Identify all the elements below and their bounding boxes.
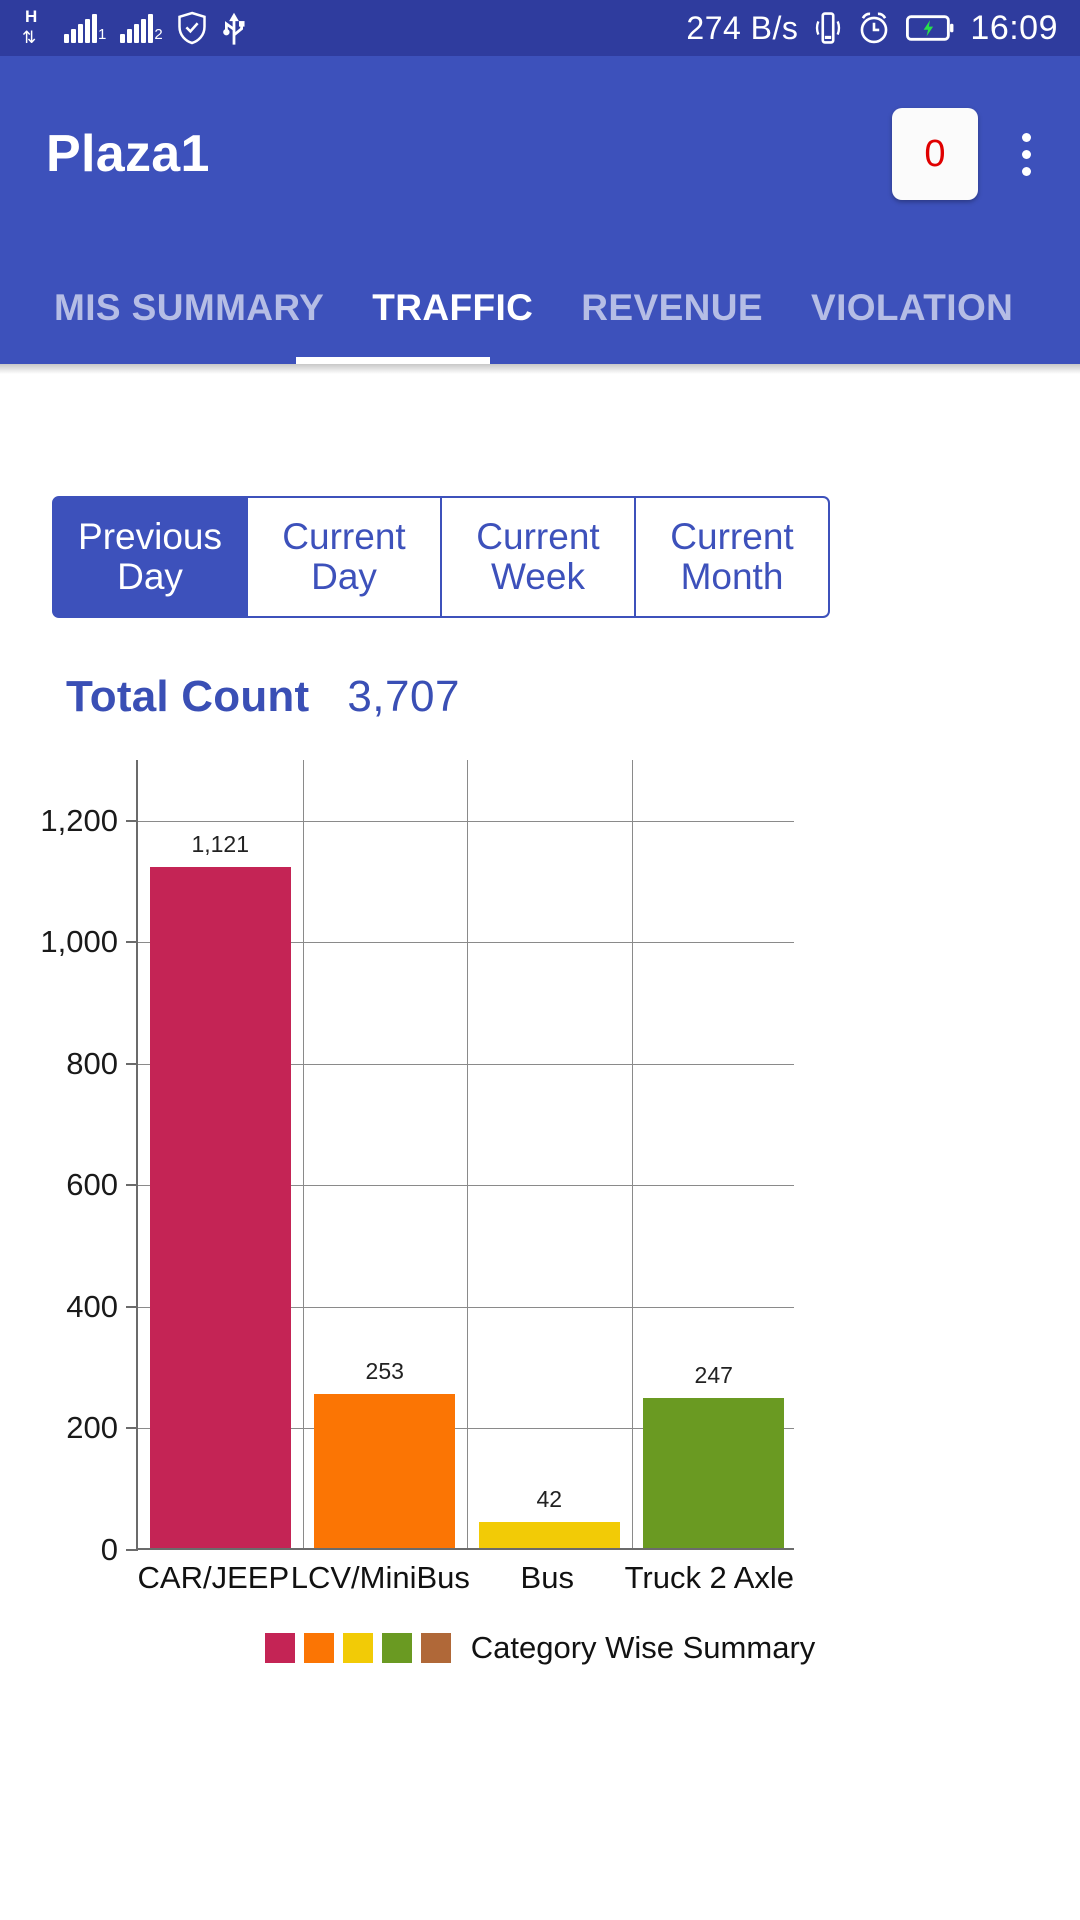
- x-axis-tick-label: Truck 2 Axle: [624, 1560, 795, 1595]
- period-option-line1: Current: [476, 516, 600, 558]
- app-bar-shadow: [0, 364, 1080, 374]
- period-option-line2: Day: [311, 556, 377, 597]
- chart-bar[interactable]: 253: [314, 1358, 456, 1548]
- x-axis-tick-label: LCV/MiniBus: [290, 1560, 470, 1595]
- usb-icon: [221, 10, 247, 46]
- y-axis-tick-label: 600: [66, 1167, 118, 1203]
- period-option-line2: Day: [117, 556, 183, 597]
- clock-text: 16:09: [970, 8, 1058, 47]
- total-count-value: 3,707: [347, 672, 460, 721]
- bar-value-label: 253: [365, 1358, 404, 1385]
- y-axis-tick-label: 800: [66, 1045, 118, 1081]
- status-bar-right: 274 B/s 16:09: [686, 9, 1058, 48]
- y-axis-tick-label: 1,200: [40, 802, 118, 838]
- category-bar-chart: 1,121 253 42 247 0 200 400 600 800 1,000 1,200 CA…: [0, 760, 1080, 1665]
- alarm-icon: [858, 11, 890, 45]
- vibrate-icon: [814, 11, 842, 45]
- chart-bar[interactable]: 42: [478, 1486, 620, 1548]
- period-option-current-week[interactable]: Current Week: [442, 496, 636, 618]
- total-count-label: Total Count: [66, 672, 310, 721]
- app-bar: Plaza1 0: [0, 56, 1080, 252]
- period-option-current-day[interactable]: Current Day: [248, 496, 442, 618]
- bar-value-label: 1,121: [191, 830, 250, 857]
- tab-revenue[interactable]: REVENUE: [557, 287, 787, 329]
- period-option-line1: Current: [670, 516, 794, 558]
- y-axis-tick-label: 200: [66, 1410, 118, 1446]
- data-speed-text: 274 B/s: [686, 9, 799, 46]
- legend-swatch: [303, 1633, 334, 1663]
- legend-swatch: [264, 1633, 295, 1663]
- pending-count-value: 0: [924, 132, 946, 175]
- x-axis-tick-label: CAR/JEEP: [137, 1560, 290, 1595]
- period-option-line1: Current: [282, 516, 406, 558]
- signal-bars-sim1-icon: 1: [64, 13, 106, 43]
- bar-value-label: 42: [536, 1486, 563, 1513]
- tab-active-indicator: [296, 357, 490, 364]
- tab-mis-summary[interactable]: MIS SUMMARY: [30, 287, 348, 329]
- legend-swatch: [342, 1633, 373, 1663]
- tab-bar: MIS SUMMARY TRAFFIC REVENUE VIOLATION: [0, 252, 1080, 364]
- y-axis-tick-label: 400: [66, 1288, 118, 1324]
- main-content: Previous Day Current Day Current Week Cu…: [0, 496, 1080, 1665]
- app-bar-actions: 0: [892, 108, 1052, 200]
- chart-bar[interactable]: 1,121: [149, 831, 291, 1548]
- h-data-icon: H ⇅: [22, 7, 38, 47]
- chart-plot-area: 1,121 253 42 247: [126, 760, 794, 1551]
- chart-legend: Category Wise Summary: [0, 1630, 1080, 1666]
- total-count-row: Total Count 3,707: [66, 672, 1080, 722]
- period-option-line1: Previous: [78, 516, 222, 558]
- page-title: Plaza1: [46, 125, 210, 183]
- period-selector: Previous Day Current Day Current Week Cu…: [52, 496, 830, 618]
- period-option-current-month[interactable]: Current Month: [636, 496, 830, 618]
- period-option-line2: Week: [491, 556, 585, 597]
- bar-value-label: 247: [694, 1361, 733, 1388]
- overflow-menu-icon[interactable]: [1000, 108, 1052, 200]
- y-axis-tick-label: 1,000: [40, 924, 118, 960]
- pending-count-badge[interactable]: 0: [892, 108, 978, 200]
- tab-traffic[interactable]: TRAFFIC: [348, 287, 557, 329]
- x-axis-tick-label: Bus: [520, 1560, 574, 1595]
- battery-charging-icon: [906, 13, 954, 43]
- category-separator-line: [631, 760, 633, 1548]
- tab-violation[interactable]: VIOLATION: [787, 287, 1037, 329]
- status-bar-left: H ⇅ 1 2: [22, 7, 247, 47]
- legend-color-swatches: [264, 1633, 451, 1663]
- category-separator-line: [302, 760, 304, 1548]
- status-bar: H ⇅ 1 2 274 B/s 16:09: [0, 0, 1080, 56]
- period-option-previous-day[interactable]: Previous Day: [52, 496, 248, 618]
- legend-swatch: [420, 1633, 451, 1663]
- chart-bar[interactable]: 247: [643, 1362, 785, 1548]
- category-separator-line: [467, 760, 468, 1548]
- period-option-line2: Month: [680, 556, 784, 597]
- gridline: [138, 820, 794, 822]
- shield-icon: [177, 11, 207, 45]
- signal-bars-sim2-icon: 2: [120, 13, 163, 43]
- legend-label: Category Wise Summary: [470, 1630, 816, 1665]
- y-axis-tick-labels: 0 200 400 600 800 1,000 1,200: [0, 760, 136, 1567]
- legend-swatch: [381, 1633, 412, 1663]
- x-axis-tick-labels: CAR/JEEP LCV/MiniBus Bus Truck 2 Axle: [136, 1560, 794, 1596]
- y-axis-tick-label: 0: [100, 1532, 118, 1567]
